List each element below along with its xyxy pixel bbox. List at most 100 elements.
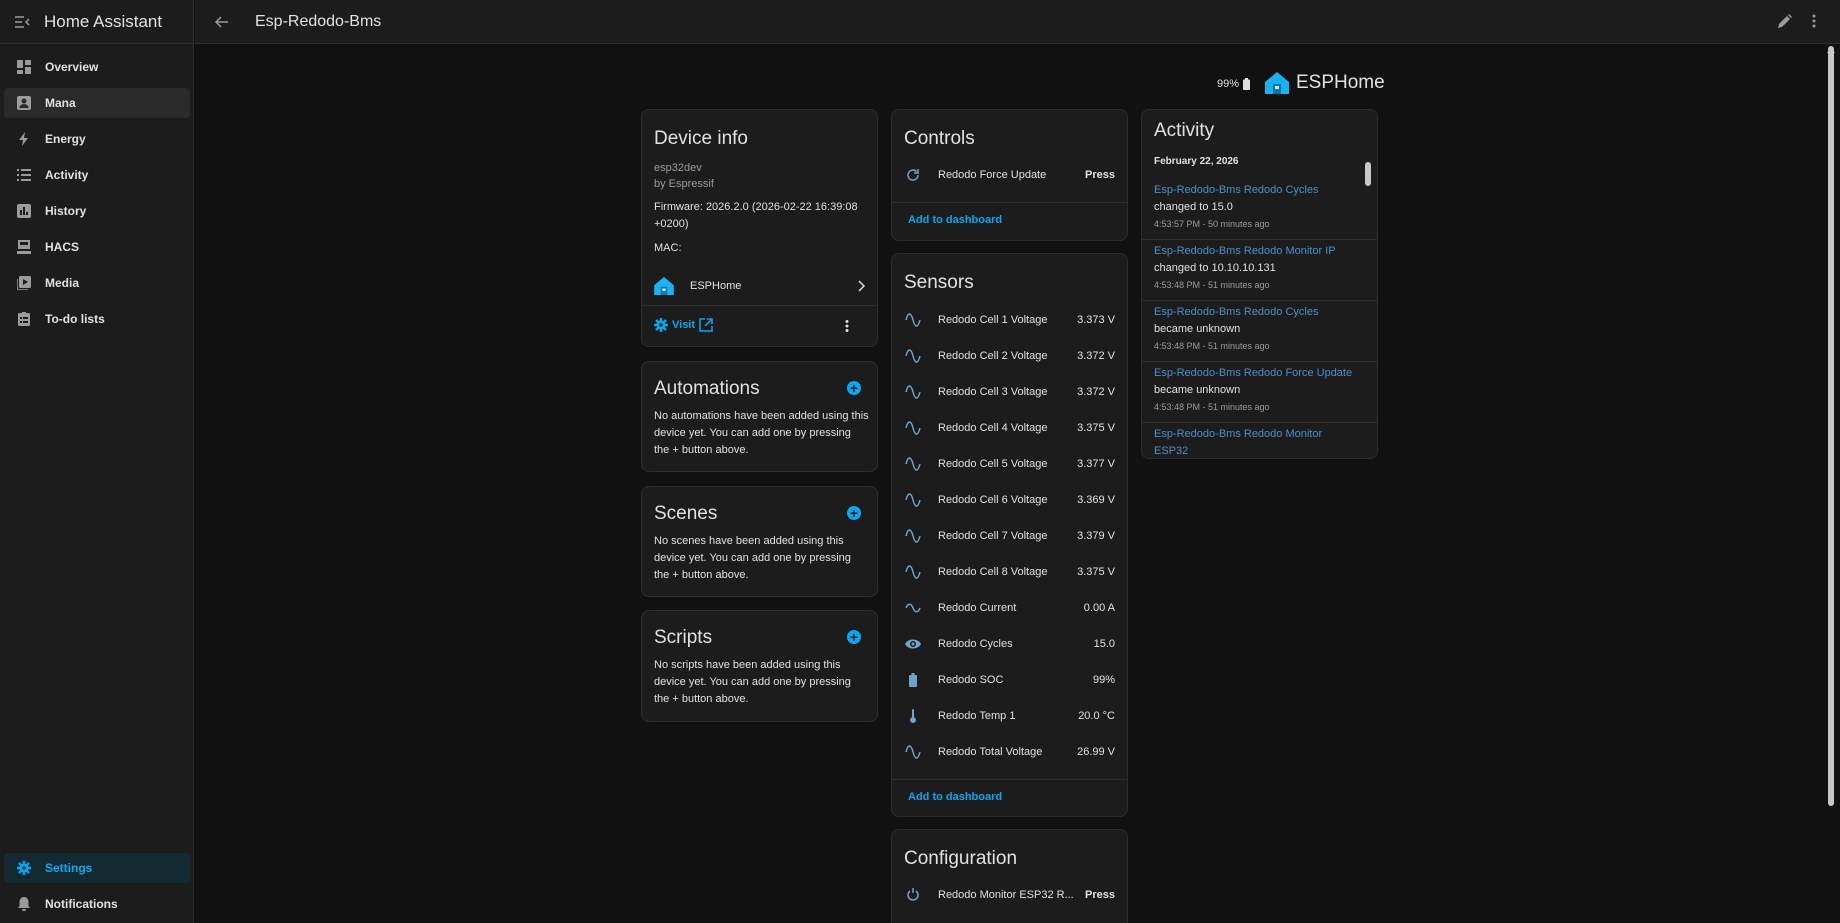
sensor-row[interactable]: Redodo Total Voltage 26.99 V [904,734,1115,770]
integration-row[interactable]: ESPHome [654,274,865,298]
sensor-value: 3.373 V [1077,314,1115,326]
card-title: Controls [904,128,975,149]
overflow-menu-icon[interactable] [845,320,849,332]
sidebar-item-history[interactable]: History [4,196,190,226]
clipboard-list-icon [16,311,32,327]
page-scrollbar[interactable] [1828,46,1834,806]
sine-wave-icon [904,311,922,329]
activity-date: February 22, 2026 [1154,156,1239,167]
sidebar-item-todo[interactable]: To-do lists [4,304,190,334]
sensor-value: 3.372 V [1077,386,1115,398]
sensor-value: 3.372 V [1077,350,1115,362]
sidebar-item-notifications[interactable]: Notifications [4,889,190,919]
eye-icon [904,635,922,653]
gear-icon [16,860,32,876]
sensor-row[interactable]: Redodo Cell 5 Voltage 3.377 V [904,446,1115,482]
sidebar-item-activity[interactable]: Activity [4,160,190,190]
add-to-dashboard-button[interactable]: Add to dashboard [908,791,1002,803]
press-button[interactable]: Press [1085,889,1115,901]
divider [1142,300,1377,301]
battery-value: 99% [1217,78,1240,90]
sensor-row[interactable]: Redodo Cell 3 Voltage 3.372 V [904,374,1115,410]
lightning-icon [16,131,32,147]
activity-entity-link[interactable]: Esp-Redodo-Bms Redodo Monitor IP [1154,245,1335,257]
chart-box-icon [16,203,32,219]
sensor-name: Redodo SOC [938,674,1004,686]
sidebar-item-label: Notifications [45,897,118,911]
sidebar-item-overview[interactable]: Overview [4,52,190,82]
activity-entry[interactable]: Esp-Redodo-Bms Redodo Cycles became unkn… [1154,304,1359,355]
device-manufacturer: by Espressif [654,178,714,190]
sidebar-item-label: HACS [45,240,80,254]
visit-label: Visit [672,319,696,331]
esphome-house-icon [654,277,674,295]
activity-entry[interactable]: Esp-Redodo-Bms Redodo Monitor IP changed… [1154,243,1359,294]
sensor-row[interactable]: Redodo Cell 1 Voltage 3.373 V [904,302,1115,338]
sensor-row[interactable]: Redodo Current 0.00 A [904,590,1115,626]
activity-entry[interactable]: Esp-Redodo-Bms Redodo Monitor ESP32 [1154,426,1359,458]
card-title: Sensors [904,272,974,293]
activity-entity-link[interactable]: Esp-Redodo-Bms Redodo Cycles [1154,306,1318,318]
card-title: Scripts [654,627,713,648]
card-title: Automations [654,378,760,399]
add-scene-button[interactable]: + [847,506,861,520]
add-to-dashboard-button[interactable]: Add to dashboard [908,214,1002,226]
scenes-empty-text: No scenes have been added using this dev… [654,535,851,581]
add-automation-button[interactable]: + [847,381,861,395]
sidebar-item-label: Media [45,276,80,290]
back-arrow-icon[interactable] [214,14,230,30]
battery-icon [904,671,922,689]
control-row[interactable]: Redodo Force Update Press [904,157,1115,193]
card-title: Device info [654,128,748,149]
activity-message: became unknown [1154,384,1241,396]
sensor-value: 20.0 °C [1078,710,1115,722]
sensor-row[interactable]: Redodo Cycles 15.0 [904,626,1115,662]
press-button[interactable]: Press [1085,169,1115,181]
sensor-value: 3.375 V [1077,422,1115,434]
activity-time: 4:53:57 PM - 50 minutes ago [1154,219,1270,229]
activity-scrollbar[interactable] [1365,162,1371,186]
esphome-house-icon [1265,72,1289,94]
sidebar-item-media[interactable]: Media [4,268,190,298]
sensor-row[interactable]: Redodo Cell 2 Voltage 3.372 V [904,338,1115,374]
sidebar-item-energy[interactable]: Energy [4,124,190,154]
activity-time: 4:53:48 PM - 51 minutes ago [1154,341,1270,351]
pencil-icon[interactable] [1778,14,1792,28]
configuration-row[interactable]: Redodo Monitor ESP32 R... Press [904,877,1115,913]
activity-message: changed to 15.0 [1154,201,1233,213]
sensor-row[interactable]: Redodo Cell 4 Voltage 3.375 V [904,410,1115,446]
sensor-row[interactable]: Redodo Cell 7 Voltage 3.379 V [904,518,1115,554]
scripts-card: Scripts + No scripts have been added usi… [641,610,878,722]
sensor-name: Redodo Cell 7 Voltage [938,530,1048,542]
activity-entity-link[interactable]: Esp-Redodo-Bms Redodo Cycles [1154,184,1318,196]
sidebar-item-mana[interactable]: Mana [4,88,190,118]
visit-button[interactable]: Visit [654,318,713,332]
sensor-row[interactable]: Redodo Cell 8 Voltage 3.375 V [904,554,1115,590]
divider [642,305,877,306]
sensor-row[interactable]: Redodo SOC 99% [904,662,1115,698]
sensor-value: 3.369 V [1077,494,1115,506]
sensor-row[interactable]: Redodo Temp 1 20.0 °C [904,698,1115,734]
activity-entry[interactable]: Esp-Redodo-Bms Redodo Force Update becam… [1154,365,1359,416]
add-script-button[interactable]: + [847,630,861,644]
sensor-name: Redodo Cell 3 Voltage [938,386,1048,398]
sidebar: Home Assistant Overview Mana Energy Acti… [0,0,194,923]
activity-entry[interactable]: Esp-Redodo-Bms Redodo Cycles changed to … [1154,182,1359,233]
sensor-row[interactable]: Redodo Cell 6 Voltage 3.369 V [904,482,1115,518]
sidebar-item-label: Energy [45,132,86,146]
overflow-menu-icon[interactable] [1812,14,1816,28]
card-title: Scenes [654,503,718,524]
sidebar-item-hacs[interactable]: HACS [4,232,190,262]
activity-entity-link[interactable]: Esp-Redodo-Bms Redodo Force Update [1154,367,1352,379]
sine-wave-icon [904,491,922,509]
top-app-bar: Esp-Redodo-Bms [195,0,1840,44]
activity-entity-link[interactable]: Esp-Redodo-Bms Redodo Monitor ESP32 [1154,428,1322,457]
control-name: Redodo Force Update [938,169,1047,181]
sidebar-item-settings[interactable]: Settings [4,853,190,883]
menu-collapse-icon[interactable] [14,14,30,30]
scenes-card: Scenes + No scenes have been added using… [641,486,878,597]
sidebar-item-label: Mana [45,96,76,110]
sidebar-item-label: To-do lists [45,312,105,326]
activity-message: became unknown [1154,323,1241,335]
sine-wave-icon [904,419,922,437]
